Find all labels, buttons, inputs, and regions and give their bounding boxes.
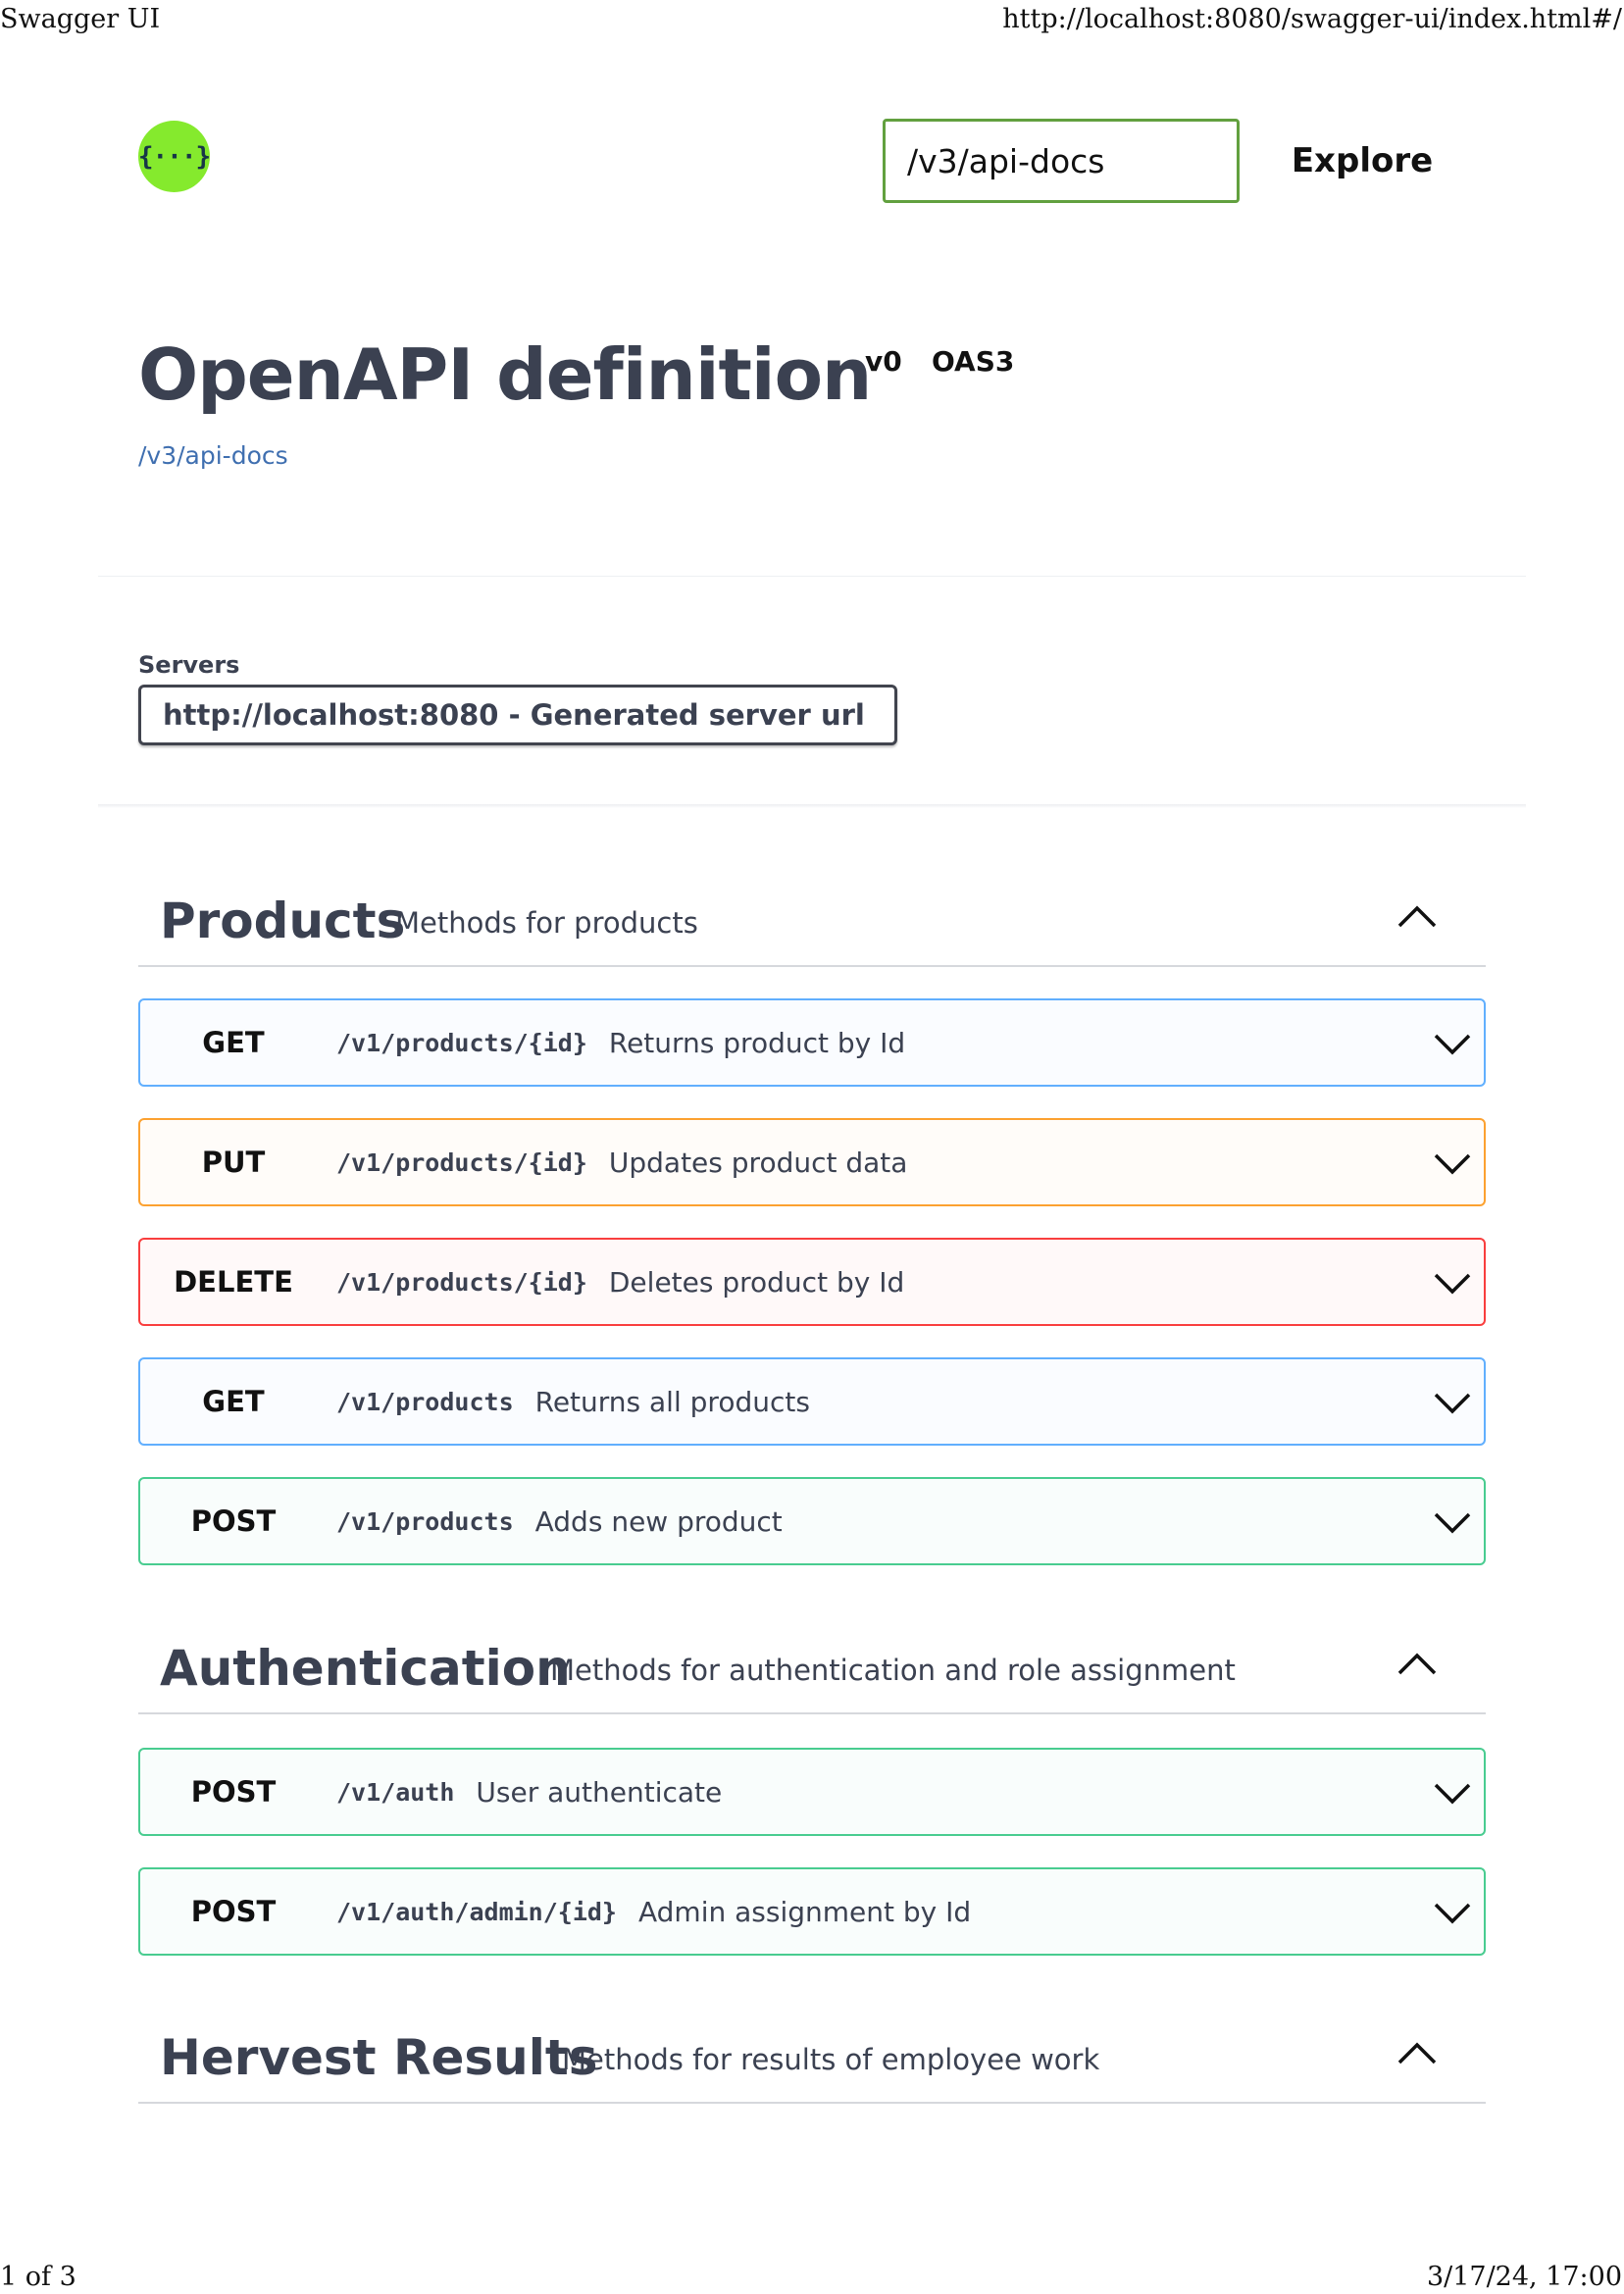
operation-put-products-id[interactable]: PUT /v1/products/{id} Updates product da… — [138, 1118, 1486, 1206]
method-badge: POST — [190, 1504, 277, 1538]
operation-post-products[interactable]: POST /v1/products Adds new product — [138, 1477, 1486, 1565]
chevron-up-icon[interactable] — [1396, 1646, 1439, 1681]
method-badge: GET — [202, 1026, 265, 1059]
chevron-down-icon[interactable] — [1433, 1775, 1472, 1810]
swagger-logo-icon[interactable]: {···} — [138, 121, 211, 192]
operation-post-auth[interactable]: POST /v1/auth User authenticate — [138, 1748, 1486, 1836]
chevron-up-icon[interactable] — [1396, 898, 1439, 934]
operation-get-products[interactable]: GET /v1/products Returns all products — [138, 1357, 1486, 1446]
print-footer-page: 1 of 3 — [0, 2262, 76, 2292]
spec-url-link[interactable]: /v3/api-docs — [138, 441, 288, 470]
chevron-down-icon[interactable] — [1433, 1504, 1472, 1540]
tag-section-products[interactable]: Products Methods for products — [138, 869, 1486, 967]
tag-description: Methods for authentication and role assi… — [550, 1654, 1236, 1687]
print-footer-datetime: 3/17/24, 17:00 — [1426, 2262, 1622, 2292]
operation-delete-products-id[interactable]: DELETE /v1/products/{id} Deletes product… — [138, 1238, 1486, 1326]
method-badge: DELETE — [174, 1265, 293, 1299]
chevron-down-icon[interactable] — [1433, 1265, 1472, 1300]
tag-name: Authentication — [160, 1640, 571, 1697]
operation-path: /v1/products — [336, 1387, 514, 1416]
operation-path: /v1/products — [336, 1506, 514, 1536]
chevron-down-icon[interactable] — [1433, 1895, 1472, 1930]
tag-name: Hervest Results — [160, 2029, 598, 2086]
tag-name: Products — [160, 892, 406, 949]
scheme-container-divider — [98, 804, 1526, 808]
servers-label: Servers — [138, 651, 240, 679]
operation-summary: Adds new product — [534, 1504, 783, 1538]
print-header-title: Swagger UI — [0, 4, 161, 34]
operation-summary: Deletes product by Id — [608, 1265, 905, 1299]
oas-badge: OAS3 — [932, 345, 1015, 378]
method-badge: POST — [190, 1895, 277, 1928]
tag-section-authentication[interactable]: Authentication Methods for authenticatio… — [138, 1616, 1486, 1714]
method-badge: PUT — [201, 1146, 266, 1179]
operation-summary: Returns product by Id — [608, 1026, 906, 1059]
operation-get-products-id[interactable]: GET /v1/products/{id} Returns product by… — [138, 998, 1486, 1087]
operation-summary: User authenticate — [476, 1775, 723, 1809]
operation-path: /v1/auth/admin/{id} — [336, 1897, 617, 1926]
explore-button[interactable]: Explore — [1271, 119, 1453, 203]
info-divider — [98, 576, 1526, 577]
operation-path: /v1/auth — [336, 1777, 455, 1807]
operation-summary: Updates product data — [608, 1146, 908, 1179]
chevron-down-icon[interactable] — [1433, 1146, 1472, 1181]
chevron-down-icon[interactable] — [1433, 1385, 1472, 1420]
operation-summary: Admin assignment by Id — [637, 1895, 972, 1928]
api-url-input[interactable] — [883, 119, 1240, 203]
operation-post-auth-admin-id[interactable]: POST /v1/auth/admin/{id} Admin assignmen… — [138, 1867, 1486, 1956]
version-badge: v0 — [865, 345, 902, 378]
chevron-down-icon[interactable] — [1433, 1026, 1472, 1061]
api-title: OpenAPI definition — [138, 333, 872, 416]
operation-path: /v1/products/{id} — [336, 1028, 587, 1057]
tag-description: Methods for products — [395, 906, 698, 940]
tag-section-hervest-results[interactable]: Hervest Results Methods for results of e… — [138, 2006, 1486, 2104]
chevron-up-icon[interactable] — [1396, 2035, 1439, 2070]
servers-select[interactable]: http://localhost:8080 - Generated server… — [138, 685, 897, 745]
operation-path: /v1/products/{id} — [336, 1267, 587, 1297]
operation-summary: Returns all products — [534, 1385, 810, 1418]
method-badge: GET — [202, 1385, 265, 1418]
tag-description: Methods for results of employee work — [562, 2043, 1100, 2076]
print-header-url: http://localhost:8080/swagger-ui/index.h… — [1002, 4, 1622, 34]
operation-path: /v1/products/{id} — [336, 1147, 587, 1177]
method-badge: POST — [190, 1775, 277, 1809]
